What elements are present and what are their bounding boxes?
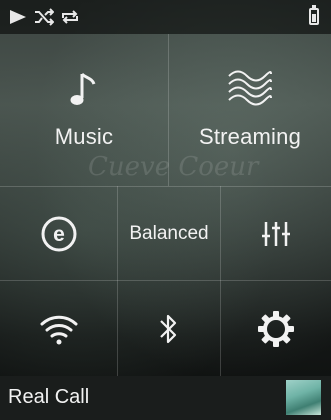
streaming-tile[interactable]: Streaming — [169, 34, 331, 186]
e-circle-icon: e — [41, 216, 76, 251]
shuffle-icon — [35, 8, 54, 26]
status-bar — [0, 0, 331, 34]
bluetooth-icon — [160, 314, 177, 343]
streaming-label: Streaming — [198, 124, 302, 149]
now-playing-title: Real Call — [8, 386, 90, 408]
sound-effect-tile[interactable]: e — [0, 187, 117, 280]
wifi-tile[interactable] — [0, 281, 117, 376]
album-art[interactable] — [286, 380, 321, 415]
now-playing-bar[interactable]: Real Call — [0, 376, 331, 420]
wifi-icon — [40, 315, 77, 344]
balanced-tile[interactable]: Balanced — [118, 187, 220, 280]
music-tile[interactable]: Music — [0, 34, 168, 186]
equalizer-sliders-icon — [262, 221, 290, 246]
settings-tile[interactable] — [221, 281, 331, 376]
bluetooth-tile[interactable] — [118, 281, 220, 376]
player-home-screen: Cueve Coeur Music Streaming e Balanced R… — [0, 0, 331, 420]
music-label: Music — [54, 124, 114, 149]
waves-icon — [228, 70, 272, 106]
battery-icon — [309, 5, 319, 25]
gear-icon — [258, 310, 294, 347]
equalizer-tile[interactable] — [221, 187, 331, 280]
svg-text:e: e — [53, 223, 65, 246]
play-icon — [10, 10, 26, 24]
balanced-label: Balanced — [129, 222, 209, 244]
music-note-icon — [70, 72, 96, 105]
repeat-icon — [62, 10, 78, 24]
